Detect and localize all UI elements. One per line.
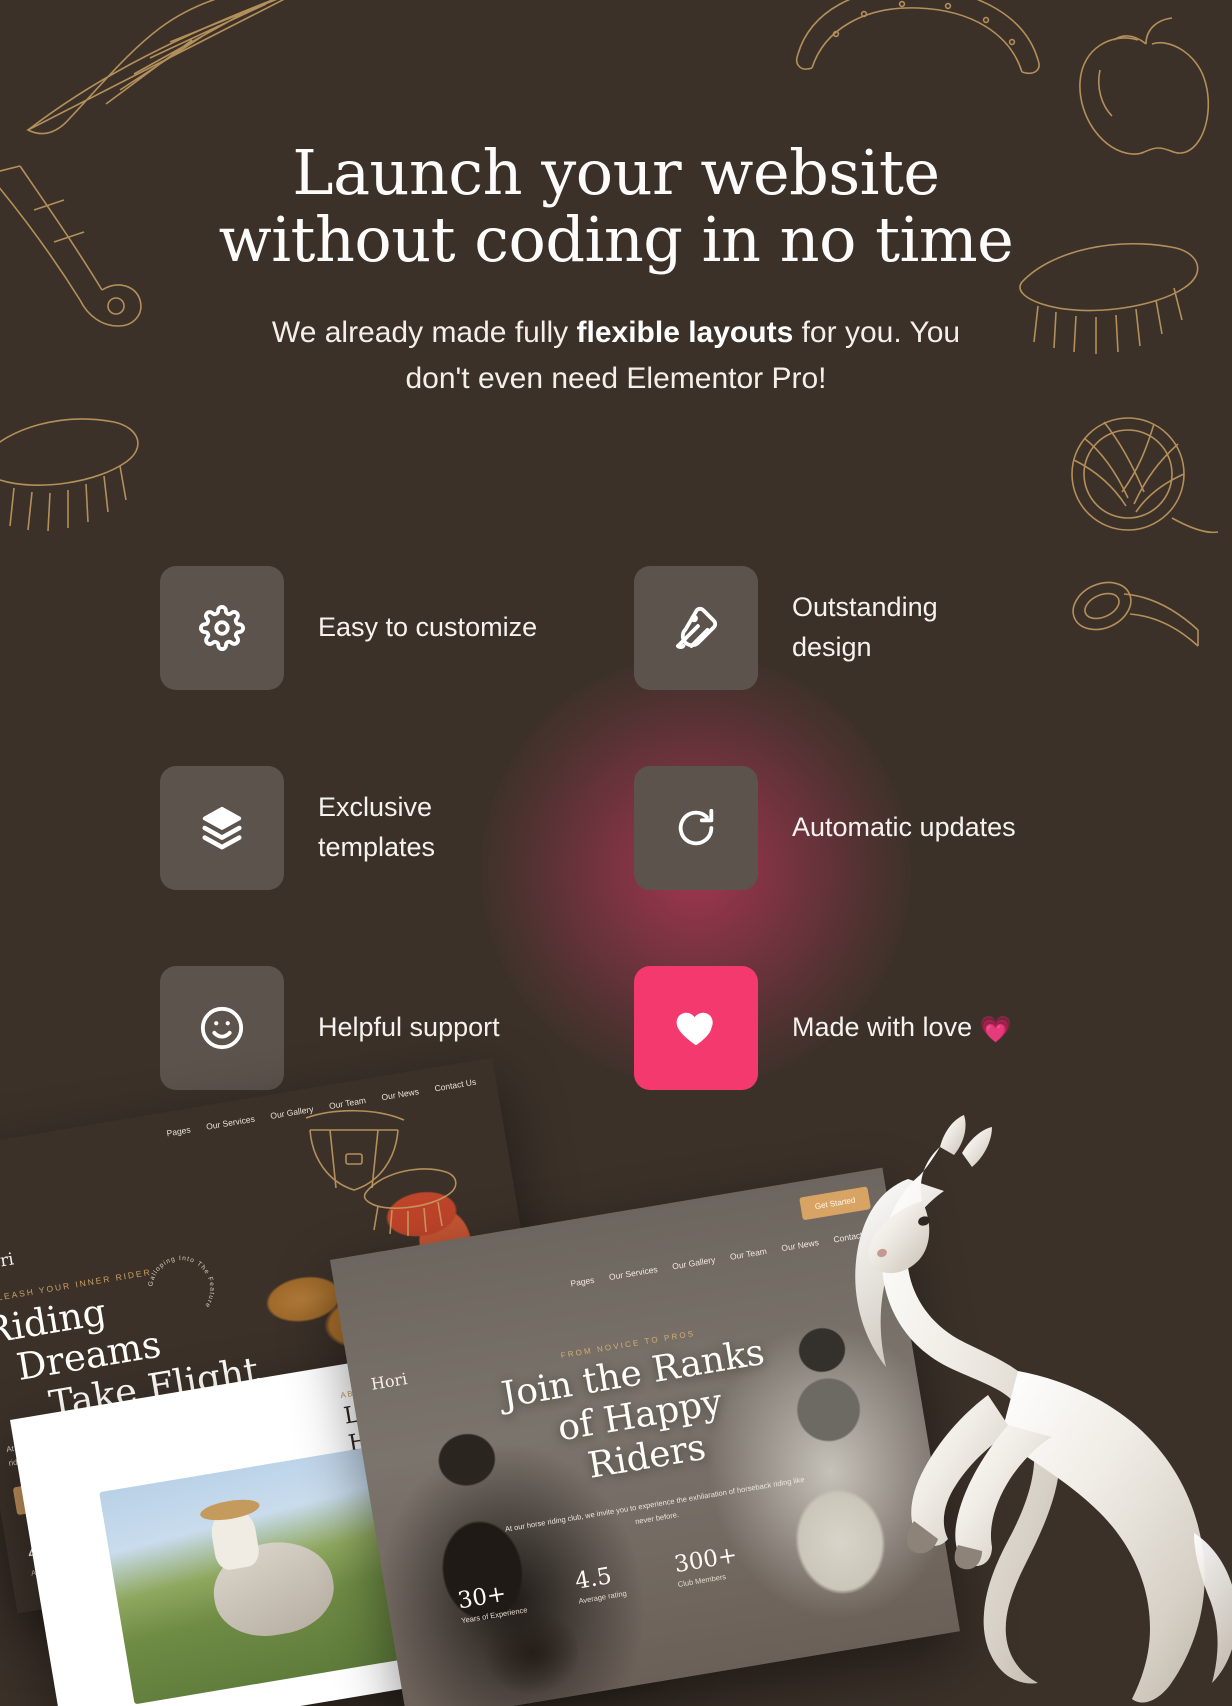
feature-label: Easy to customize	[318, 612, 538, 643]
nav-item[interactable]: Our News	[381, 1086, 420, 1102]
mockup-left-logo: Hori	[0, 1249, 16, 1276]
page-root: Launch your website without coding in no…	[0, 0, 1232, 1706]
layers-icon	[202, 806, 242, 850]
rearing-horse-image	[855, 1115, 1232, 1703]
badge-text: Galloping Into The Feature	[143, 1250, 219, 1319]
headline-line-2: without coding in no time	[218, 202, 1014, 276]
nav-item[interactable]: Our Team	[328, 1095, 366, 1111]
mockup-left-circular-badge: Galloping Into The Feature	[143, 1250, 219, 1319]
feature-grid: Easy to customize Outstanding design Exc…	[160, 528, 1060, 1128]
palette-icon	[676, 606, 718, 649]
heart-emoji: 💗	[979, 1013, 1012, 1044]
feature-icon-tile	[160, 966, 284, 1090]
headline-line-1: Launch your website	[292, 136, 940, 209]
nav-item[interactable]: Our Gallery	[270, 1104, 315, 1121]
nav-item[interactable]: Pages	[166, 1124, 191, 1138]
feature-icon-tile-accent	[634, 966, 758, 1090]
feature-icon-tile	[160, 566, 284, 690]
feature-item-easy-to-customize[interactable]: Easy to customize	[160, 528, 634, 728]
gear-icon	[199, 605, 245, 651]
feature-label: Automatic updates	[792, 812, 1016, 843]
feature-icon-tile	[160, 766, 284, 890]
feature-label: Helpful support	[318, 1012, 500, 1043]
hero-section: Launch your website without coding in no…	[0, 0, 1232, 401]
heart-icon	[676, 1012, 713, 1046]
feature-label: Outstanding design	[792, 592, 938, 662]
decor-rope-right	[1071, 417, 1219, 534]
stat-item: 4.5 Average rating	[573, 1561, 627, 1606]
feature-label: Exclusive templates	[318, 792, 436, 862]
decor-buckle-right	[1072, 581, 1199, 647]
decor-brush-left	[0, 418, 139, 532]
nav-item[interactable]: Contact Us	[434, 1077, 477, 1094]
feature-item-outstanding-design[interactable]: Outstanding design	[634, 528, 1060, 728]
feature-label-wrap: Made with love 💗	[792, 1008, 1012, 1048]
smiley-icon	[200, 1006, 244, 1050]
hero-subheading: We already made fully flexible layouts f…	[256, 310, 976, 401]
nav-item[interactable]: Our Services	[205, 1114, 255, 1132]
feature-icon-tile	[634, 566, 758, 690]
svg-text:Galloping Into The Feature: Galloping Into The Feature	[143, 1250, 219, 1319]
subhead-emphasis: flexible layouts	[576, 315, 794, 349]
subhead-prefix: We already made fully	[271, 315, 577, 349]
feature-item-automatic-updates[interactable]: Automatic updates	[634, 728, 1060, 928]
feature-item-exclusive-templates[interactable]: Exclusive templates	[160, 728, 634, 928]
about-photo-rider	[99, 1446, 411, 1705]
feature-icon-tile	[634, 766, 758, 890]
page-title: Launch your website without coding in no…	[0, 139, 1232, 276]
feature-label: Made with love	[792, 1011, 973, 1042]
refresh-icon	[678, 808, 714, 846]
